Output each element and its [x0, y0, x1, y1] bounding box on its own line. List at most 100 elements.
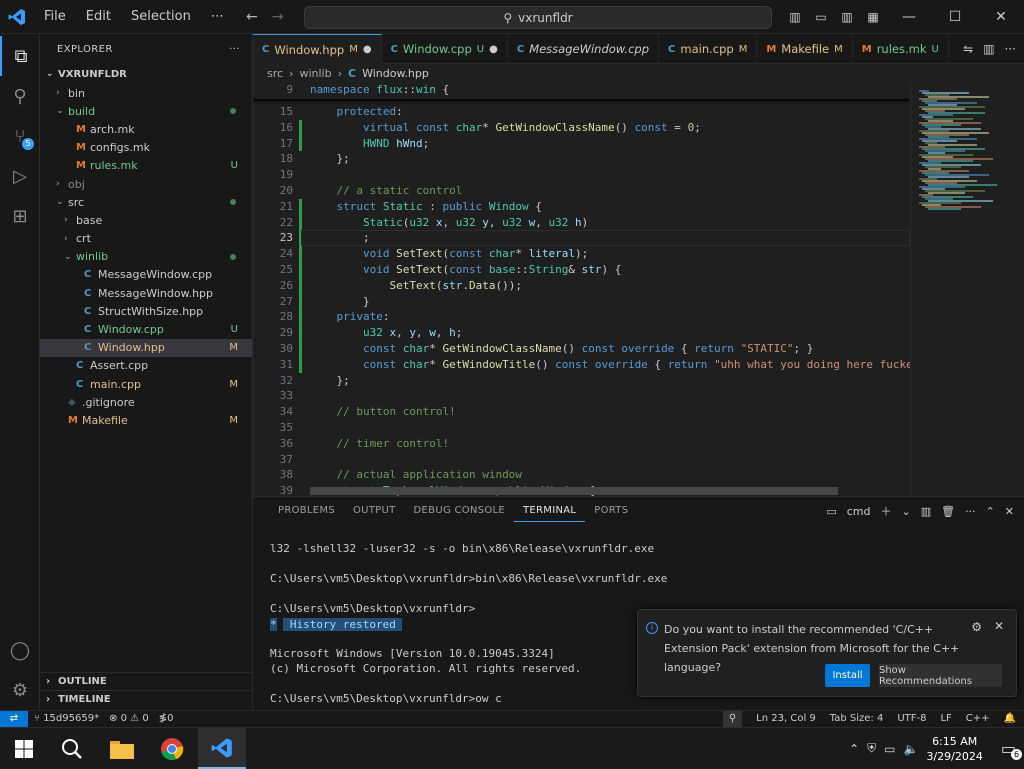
git-change-marker[interactable] [299, 214, 302, 231]
editor-tab[interactable]: Mrules.mk U [853, 34, 949, 64]
git-change-marker[interactable] [299, 293, 302, 310]
ports-indicator[interactable]: ≸0 [159, 711, 174, 727]
notification-center-icon[interactable]: ▭ 6 [1001, 739, 1022, 760]
split-terminal-icon[interactable]: ▥ [921, 505, 931, 518]
close-window-icon[interactable]: ✕ [978, 9, 1024, 25]
menu-selection[interactable]: Selection [121, 0, 201, 34]
git-change-marker[interactable] [299, 262, 302, 278]
volume-icon[interactable]: 🔈 [904, 742, 919, 756]
minimize-icon[interactable]: — [886, 9, 932, 25]
menu-file[interactable]: File [34, 0, 76, 34]
timeline-section[interactable]: › TIMELINE [40, 690, 253, 708]
file-item[interactable]: M Makefile M [40, 411, 252, 429]
problems-indicator[interactable]: ⊗ 0 ⚠ 0 [109, 711, 149, 727]
breadcrumb-winlib[interactable]: winlib [299, 67, 331, 80]
tab-output[interactable]: OUTPUT [344, 505, 405, 522]
editor-tab[interactable]: M Makefile M [757, 34, 853, 64]
unsaved-dot-icon[interactable]: ● [489, 44, 498, 55]
git-change-marker[interactable] [299, 198, 302, 215]
windows-start-icon[interactable] [0, 728, 48, 769]
toggle-sidebar-icon[interactable]: ▥ [782, 10, 808, 24]
menu-more[interactable]: ⋯ [201, 0, 234, 34]
extensions-icon[interactable]: ⊞ [0, 196, 40, 236]
editor-tab[interactable]: C Window.hpp M ● [253, 34, 382, 64]
file-item[interactable]: C Window.hpp M [40, 338, 252, 357]
cursor-position[interactable]: Ln 23, Col 9 [756, 711, 816, 727]
toggle-panel-icon[interactable]: ▭ [808, 10, 834, 24]
editor-tab[interactable]: C MessageWindow.cpp [508, 34, 660, 64]
trash-icon[interactable]: 🗑 [941, 505, 955, 518]
run-debug-icon[interactable]: ▷ [0, 156, 40, 196]
branch-indicator[interactable]: ⑂ 15d95659* [34, 711, 99, 727]
tab-ports[interactable]: PORTS [585, 505, 637, 522]
terminal-shell-name[interactable]: cmd [847, 505, 871, 518]
git-change-marker[interactable] [299, 309, 302, 326]
more-actions-icon[interactable]: ··· [1005, 42, 1016, 56]
zoom-icon[interactable]: ⚲ [722, 711, 743, 727]
chrome-icon[interactable] [148, 728, 196, 769]
file-item[interactable]: ◆ .gitignore [40, 393, 252, 411]
remote-icon[interactable]: ⇄ [0, 711, 28, 727]
maximize-icon[interactable]: ☐ [932, 9, 978, 25]
close-panel-icon[interactable]: ✕ [1005, 505, 1014, 518]
install-button[interactable]: Install [825, 664, 870, 687]
vscode-taskbar-icon[interactable] [198, 728, 246, 769]
tab-debug-console[interactable]: DEBUG CONSOLE [405, 505, 514, 522]
breadcrumb-file[interactable]: Window.hpp [362, 67, 429, 80]
git-change-marker[interactable] [299, 135, 302, 152]
git-change-marker[interactable] [299, 277, 302, 294]
code-editor[interactable]: 9 namespace flux::win { 15 protected: 16 … [253, 82, 910, 496]
customize-layout-icon[interactable]: ▦ [860, 10, 886, 24]
file-item[interactable]: Cmain.cpp M [40, 375, 252, 393]
file-item[interactable]: March.mk [40, 120, 252, 138]
file-item[interactable]: C MessageWindow.cpp [40, 266, 252, 284]
folder-item[interactable]: ⌄ winlib [40, 248, 252, 266]
tab-terminal[interactable]: TERMINAL [514, 505, 586, 522]
folder-item[interactable]: ⌄ build [40, 102, 252, 120]
folder-item[interactable]: ⌄ src [40, 193, 252, 211]
outline-section[interactable]: › OUTLINE [40, 672, 253, 690]
folder-item[interactable]: › bin [40, 84, 252, 102]
unsaved-dot-icon[interactable]: ● [363, 44, 372, 55]
new-terminal-icon[interactable]: ＋ [880, 503, 891, 519]
more-actions-icon[interactable]: ··· [965, 505, 976, 518]
source-control-icon[interactable]: ⑂ 5 [0, 116, 40, 156]
git-change-marker[interactable] [299, 246, 302, 262]
show-recommendations-button[interactable]: Show Recommendations [879, 664, 1002, 687]
security-icon[interactable]: ⛨ [867, 741, 876, 756]
forward-arrow-icon[interactable]: → [272, 0, 284, 34]
more-actions-icon[interactable]: ··· [229, 44, 240, 55]
folder-item[interactable]: › base [40, 211, 252, 229]
file-item[interactable]: C Assert.cpp [40, 357, 252, 375]
editor-tab[interactable]: C Window.cpp U ● [382, 34, 508, 64]
git-change-marker[interactable] [299, 119, 302, 136]
toggle-secondary-sidebar-icon[interactable]: ▥ [834, 10, 860, 24]
account-icon[interactable]: ◯ [0, 630, 40, 670]
folder-item[interactable]: › obj [40, 175, 252, 193]
network-icon[interactable]: ▭ [884, 742, 895, 756]
close-icon[interactable]: ✕ [994, 619, 1004, 633]
git-change-marker[interactable] [299, 325, 302, 341]
menu-edit[interactable]: Edit [76, 0, 121, 34]
git-change-marker[interactable] [299, 341, 302, 357]
horizontal-scrollbar[interactable] [310, 487, 838, 495]
file-item[interactable]: C MessageWindow.hpp [40, 284, 252, 302]
folder-item[interactable]: › crt [40, 230, 252, 248]
back-arrow-icon[interactable]: ← [246, 0, 258, 34]
chevron-up-icon[interactable]: ⌃ [849, 742, 859, 756]
editor-tab[interactable]: Cmain.cpp M [659, 34, 758, 64]
file-explorer-icon[interactable] [98, 728, 146, 769]
minimap[interactable] [910, 82, 1024, 496]
encoding[interactable]: UTF-8 [897, 711, 926, 727]
explorer-files-icon[interactable]: ⧉ [0, 36, 40, 76]
language-mode[interactable]: C++ [966, 711, 990, 727]
indentation[interactable]: Tab Size: 4 [830, 711, 884, 727]
git-change-marker[interactable] [299, 356, 302, 373]
clock[interactable]: 6:15 AM 3/29/2024 [926, 734, 982, 764]
settings-gear-icon[interactable]: ⚙ [0, 670, 40, 710]
search-view-icon[interactable]: ⚲ [0, 76, 40, 116]
sticky-scroll[interactable]: 9 namespace flux::win { [253, 82, 910, 99]
maximize-panel-icon[interactable]: ⌃ [986, 505, 995, 518]
workspace-root[interactable]: ⌄ VXRUNFLDR [40, 64, 252, 84]
compare-icon[interactable]: ⇋ [963, 42, 973, 56]
